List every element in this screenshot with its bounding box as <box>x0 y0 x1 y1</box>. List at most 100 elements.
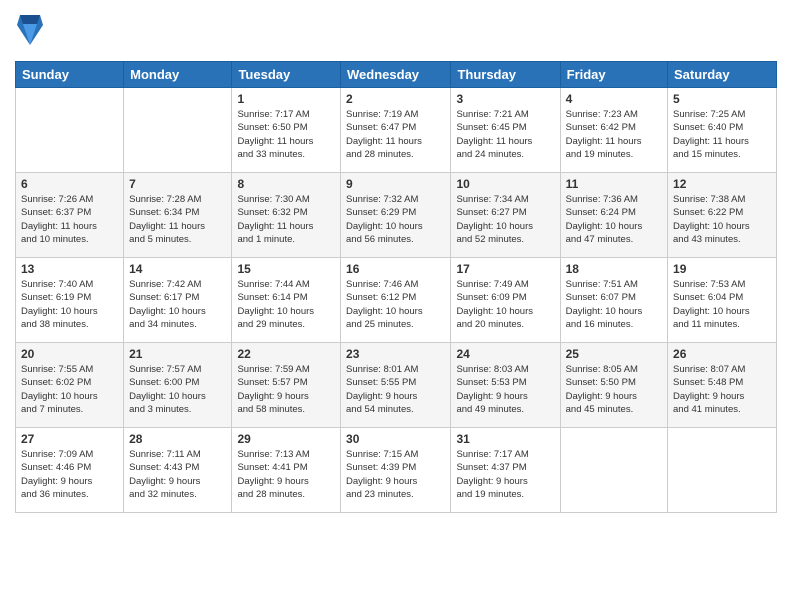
day-info: Sunrise: 7:23 AM Sunset: 6:42 PM Dayligh… <box>566 108 662 161</box>
calendar-day-cell: 9 Sunrise: 7:32 AM Sunset: 6:29 PM Daylig… <box>341 173 451 258</box>
day-number: 14 <box>129 262 226 276</box>
calendar-day-cell: 2 Sunrise: 7:19 AM Sunset: 6:47 PM Daylig… <box>341 88 451 173</box>
day-info: Sunrise: 7:55 AM Sunset: 6:02 PM Dayligh… <box>21 363 118 416</box>
calendar-day-cell <box>16 88 124 173</box>
day-info: Sunrise: 7:30 AM Sunset: 6:32 PM Dayligh… <box>237 193 335 246</box>
day-info: Sunrise: 7:49 AM Sunset: 6:09 PM Dayligh… <box>456 278 554 331</box>
day-number: 23 <box>346 347 445 361</box>
day-info: Sunrise: 7:44 AM Sunset: 6:14 PM Dayligh… <box>237 278 335 331</box>
day-info: Sunrise: 7:26 AM Sunset: 6:37 PM Dayligh… <box>21 193 118 246</box>
calendar-day-cell: 12 Sunrise: 7:38 AM Sunset: 6:22 PM Dayli… <box>668 173 777 258</box>
day-number: 11 <box>566 177 662 191</box>
day-info: Sunrise: 7:17 AM Sunset: 4:37 PM Dayligh… <box>456 448 554 501</box>
calendar-day-cell: 23Sunrise: 8:01 AM Sunset: 5:55 PM Dayli… <box>341 343 451 428</box>
calendar-week-row: 6 Sunrise: 7:26 AM Sunset: 6:37 PM Daylig… <box>16 173 777 258</box>
day-number: 4 <box>566 92 662 106</box>
weekday-header: Thursday <box>451 62 560 88</box>
logo <box>15 10 49 53</box>
day-info: Sunrise: 7:40 AM Sunset: 6:19 PM Dayligh… <box>21 278 118 331</box>
day-info: Sunrise: 7:21 AM Sunset: 6:45 PM Dayligh… <box>456 108 554 161</box>
day-number: 5 <box>673 92 771 106</box>
calendar-day-cell: 14 Sunrise: 7:42 AM Sunset: 6:17 PM Dayli… <box>124 258 232 343</box>
day-number: 8 <box>237 177 335 191</box>
day-number: 12 <box>673 177 771 191</box>
day-info: Sunrise: 7:42 AM Sunset: 6:17 PM Dayligh… <box>129 278 226 331</box>
day-info: Sunrise: 7:15 AM Sunset: 4:39 PM Dayligh… <box>346 448 445 501</box>
day-info: Sunrise: 7:19 AM Sunset: 6:47 PM Dayligh… <box>346 108 445 161</box>
calendar-day-cell: 31 Sunrise: 7:17 AM Sunset: 4:37 PM Dayli… <box>451 428 560 513</box>
header <box>15 10 777 53</box>
day-info: Sunrise: 7:17 AM Sunset: 6:50 PM Dayligh… <box>237 108 335 161</box>
day-info: Sunrise: 7:59 AM Sunset: 5:57 PM Dayligh… <box>237 363 335 416</box>
day-info: Sunrise: 8:07 AM Sunset: 5:48 PM Dayligh… <box>673 363 771 416</box>
calendar-day-cell: 19 Sunrise: 7:53 AM Sunset: 6:04 PM Dayli… <box>668 258 777 343</box>
calendar-day-cell: 1Sunrise: 7:17 AM Sunset: 6:50 PM Daylig… <box>232 88 341 173</box>
day-number: 2 <box>346 92 445 106</box>
calendar-day-cell: 28 Sunrise: 7:11 AM Sunset: 4:43 PM Dayli… <box>124 428 232 513</box>
day-info: Sunrise: 7:53 AM Sunset: 6:04 PM Dayligh… <box>673 278 771 331</box>
calendar-day-cell: 21 Sunrise: 7:57 AM Sunset: 6:00 PM Dayli… <box>124 343 232 428</box>
day-info: Sunrise: 7:25 AM Sunset: 6:40 PM Dayligh… <box>673 108 771 161</box>
day-number: 21 <box>129 347 226 361</box>
calendar-header-row: SundayMondayTuesdayWednesdayThursdayFrid… <box>16 62 777 88</box>
calendar-day-cell: 27 Sunrise: 7:09 AM Sunset: 4:46 PM Dayli… <box>16 428 124 513</box>
calendar-day-cell: 20 Sunrise: 7:55 AM Sunset: 6:02 PM Dayli… <box>16 343 124 428</box>
day-number: 20 <box>21 347 118 361</box>
calendar-day-cell: 6 Sunrise: 7:26 AM Sunset: 6:37 PM Daylig… <box>16 173 124 258</box>
day-info: Sunrise: 7:09 AM Sunset: 4:46 PM Dayligh… <box>21 448 118 501</box>
day-info: Sunrise: 7:28 AM Sunset: 6:34 PM Dayligh… <box>129 193 226 246</box>
calendar-day-cell <box>124 88 232 173</box>
weekday-header: Monday <box>124 62 232 88</box>
calendar-week-row: 20 Sunrise: 7:55 AM Sunset: 6:02 PM Dayli… <box>16 343 777 428</box>
day-info: Sunrise: 7:32 AM Sunset: 6:29 PM Dayligh… <box>346 193 445 246</box>
day-info: Sunrise: 7:46 AM Sunset: 6:12 PM Dayligh… <box>346 278 445 331</box>
page: SundayMondayTuesdayWednesdayThursdayFrid… <box>0 0 792 612</box>
day-number: 3 <box>456 92 554 106</box>
calendar-day-cell: 26 Sunrise: 8:07 AM Sunset: 5:48 PM Dayli… <box>668 343 777 428</box>
calendar-week-row: 1Sunrise: 7:17 AM Sunset: 6:50 PM Daylig… <box>16 88 777 173</box>
day-number: 27 <box>21 432 118 446</box>
day-number: 16 <box>346 262 445 276</box>
calendar-day-cell: 16 Sunrise: 7:46 AM Sunset: 6:12 PM Dayli… <box>341 258 451 343</box>
calendar-day-cell <box>668 428 777 513</box>
day-number: 13 <box>21 262 118 276</box>
day-number: 28 <box>129 432 226 446</box>
day-number: 6 <box>21 177 118 191</box>
day-info: Sunrise: 7:34 AM Sunset: 6:27 PM Dayligh… <box>456 193 554 246</box>
day-number: 18 <box>566 262 662 276</box>
weekday-header: Saturday <box>668 62 777 88</box>
day-info: Sunrise: 7:13 AM Sunset: 4:41 PM Dayligh… <box>237 448 335 501</box>
calendar-day-cell: 25Sunrise: 8:05 AM Sunset: 5:50 PM Dayli… <box>560 343 667 428</box>
calendar-day-cell: 18Sunrise: 7:51 AM Sunset: 6:07 PM Dayli… <box>560 258 667 343</box>
day-number: 26 <box>673 347 771 361</box>
day-number: 10 <box>456 177 554 191</box>
day-number: 9 <box>346 177 445 191</box>
calendar-day-cell <box>560 428 667 513</box>
day-number: 17 <box>456 262 554 276</box>
day-number: 7 <box>129 177 226 191</box>
logo-icon <box>15 10 45 48</box>
weekday-header: Tuesday <box>232 62 341 88</box>
day-info: Sunrise: 7:57 AM Sunset: 6:00 PM Dayligh… <box>129 363 226 416</box>
calendar-day-cell: 3 Sunrise: 7:21 AM Sunset: 6:45 PM Daylig… <box>451 88 560 173</box>
day-info: Sunrise: 7:11 AM Sunset: 4:43 PM Dayligh… <box>129 448 226 501</box>
weekday-header: Friday <box>560 62 667 88</box>
day-number: 22 <box>237 347 335 361</box>
day-number: 29 <box>237 432 335 446</box>
day-number: 31 <box>456 432 554 446</box>
day-info: Sunrise: 8:03 AM Sunset: 5:53 PM Dayligh… <box>456 363 554 416</box>
calendar-week-row: 27 Sunrise: 7:09 AM Sunset: 4:46 PM Dayli… <box>16 428 777 513</box>
weekday-header: Sunday <box>16 62 124 88</box>
calendar-day-cell: 5 Sunrise: 7:25 AM Sunset: 6:40 PM Daylig… <box>668 88 777 173</box>
calendar-day-cell: 7 Sunrise: 7:28 AM Sunset: 6:34 PM Daylig… <box>124 173 232 258</box>
weekday-header: Wednesday <box>341 62 451 88</box>
calendar-day-cell: 4 Sunrise: 7:23 AM Sunset: 6:42 PM Daylig… <box>560 88 667 173</box>
calendar-day-cell: 15Sunrise: 7:44 AM Sunset: 6:14 PM Dayli… <box>232 258 341 343</box>
day-number: 25 <box>566 347 662 361</box>
calendar-day-cell: 13 Sunrise: 7:40 AM Sunset: 6:19 PM Dayli… <box>16 258 124 343</box>
day-info: Sunrise: 7:36 AM Sunset: 6:24 PM Dayligh… <box>566 193 662 246</box>
day-info: Sunrise: 7:38 AM Sunset: 6:22 PM Dayligh… <box>673 193 771 246</box>
calendar-week-row: 13 Sunrise: 7:40 AM Sunset: 6:19 PM Dayli… <box>16 258 777 343</box>
calendar-day-cell: 24Sunrise: 8:03 AM Sunset: 5:53 PM Dayli… <box>451 343 560 428</box>
day-number: 19 <box>673 262 771 276</box>
